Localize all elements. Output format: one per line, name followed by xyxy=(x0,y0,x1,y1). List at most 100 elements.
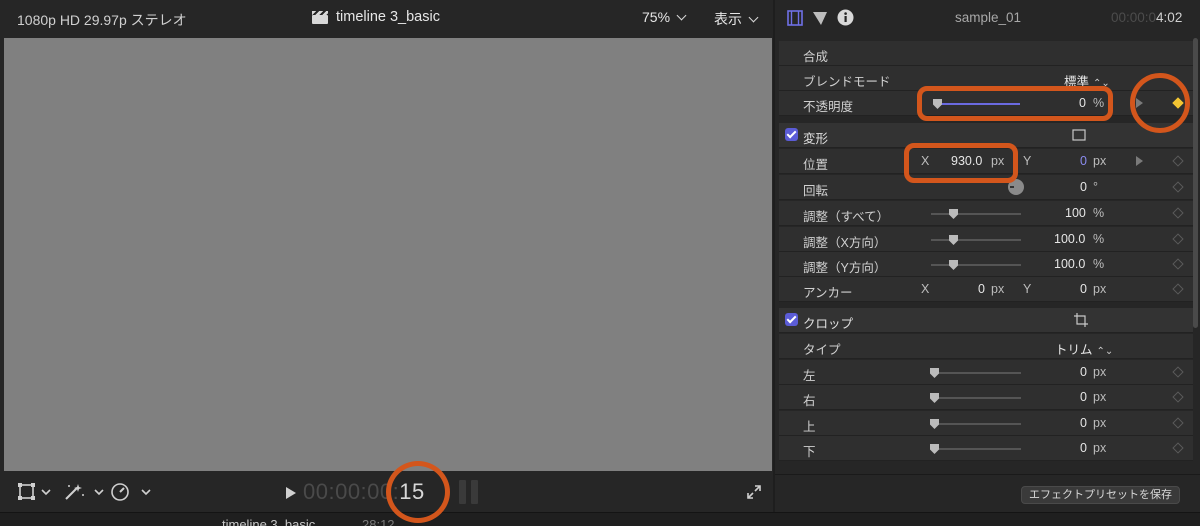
scale-y-slider[interactable] xyxy=(931,260,1021,270)
transform-header[interactable]: 変形 xyxy=(779,123,1193,148)
crop-checkbox[interactable] xyxy=(785,313,798,326)
timeline-name[interactable]: timeline 3_basic xyxy=(222,517,315,526)
scale-y-row: 調整（Y方向） 100.0 % xyxy=(779,252,1193,277)
scale-x-slider[interactable] xyxy=(931,235,1021,245)
scale-all-value[interactable]: 100 xyxy=(1065,206,1086,220)
crop-left-value[interactable]: 0 xyxy=(1080,365,1087,379)
slider-knob[interactable] xyxy=(930,368,939,378)
crop-header[interactable]: クロップ xyxy=(779,308,1193,333)
zoom-menu[interactable]: 75% xyxy=(642,9,687,25)
video-inspector-icon[interactable] xyxy=(787,10,803,26)
keyframe-diamond-icon[interactable] xyxy=(1172,366,1184,378)
keyframe-diamond-icon[interactable] xyxy=(1172,417,1184,429)
slider-knob[interactable] xyxy=(949,235,958,245)
scale-all-row: 調整（すべて） 100 % xyxy=(779,201,1193,226)
keyframe-diamond-icon[interactable] xyxy=(1172,391,1184,403)
keyframe-diamond-icon[interactable] xyxy=(1172,442,1184,454)
scale-all-slider[interactable] xyxy=(931,209,1021,219)
position-label: 位置 xyxy=(803,158,829,172)
view-menu-label: 表示 xyxy=(714,11,742,27)
info-icon[interactable] xyxy=(837,9,854,26)
keyframe-diamond-icon[interactable] xyxy=(1172,283,1184,295)
color-inspector-icon[interactable] xyxy=(812,10,828,26)
crop-right-slider[interactable] xyxy=(930,393,1021,403)
format-label: 1080p HD 29.97p ステレオ xyxy=(17,12,187,28)
opacity-label: 不透明度 xyxy=(803,100,854,114)
crop-top-slider[interactable] xyxy=(930,419,1021,429)
app-window: 1080p HD 29.97p ステレオ timeline 3_basic 75… xyxy=(0,0,1200,526)
keyframe-diamond-icon[interactable] xyxy=(1172,97,1184,109)
slider-knob[interactable] xyxy=(949,209,958,219)
anchor-y-value[interactable]: 0 xyxy=(1080,282,1087,296)
scale-x-value[interactable]: 100.0 xyxy=(1054,232,1085,246)
opacity-row: 不透明度 0 % xyxy=(779,91,1193,116)
opacity-slider[interactable] xyxy=(933,99,1020,109)
position-x-label: X xyxy=(921,154,930,168)
anchor-x-unit: px xyxy=(991,282,1005,296)
transform-onscreen-icon[interactable] xyxy=(1072,129,1086,141)
crop-right-label: 右 xyxy=(803,394,816,408)
slider-knob[interactable] xyxy=(949,260,958,270)
fullscreen-icon[interactable] xyxy=(747,485,761,499)
rotation-value[interactable]: 0 xyxy=(1080,180,1087,194)
crop-left-slider[interactable] xyxy=(930,368,1021,378)
position-row: 位置 X 930.0 px Y 0 px xyxy=(779,149,1193,174)
opacity-value[interactable]: 0 xyxy=(1079,96,1086,110)
scale-y-value[interactable]: 100.0 xyxy=(1054,257,1085,271)
slider-knob[interactable] xyxy=(930,444,939,454)
rotation-unit: ° xyxy=(1093,180,1098,194)
viewer-footer: 00:00:00:15 xyxy=(0,471,773,512)
slider-knob[interactable] xyxy=(933,99,942,109)
keyframe-diamond-icon[interactable] xyxy=(1172,233,1184,245)
scale-all-label: 調整（すべて） xyxy=(803,210,890,224)
slider-knob[interactable] xyxy=(930,393,939,403)
timecode-display[interactable]: 00:00:00:15 xyxy=(303,479,425,505)
inspector-scrollbar[interactable] xyxy=(1193,38,1198,328)
anchor-x-value[interactable]: 0 xyxy=(978,282,985,296)
transform-label: 変形 xyxy=(803,132,829,146)
next-keyframe-icon[interactable] xyxy=(1136,156,1143,166)
position-x-unit: px xyxy=(991,154,1005,168)
save-effects-preset-button[interactable]: エフェクトプリセットを保存 xyxy=(1021,486,1180,504)
anchor-label: アンカー xyxy=(803,286,853,300)
speed-gauge-icon[interactable] xyxy=(110,483,152,501)
crop-onscreen-icon[interactable] xyxy=(1074,313,1088,327)
keyframe-diamond-icon[interactable] xyxy=(1172,155,1184,167)
crop-top-row: 上 0 px xyxy=(779,411,1193,436)
blend-mode-popup[interactable]: 標準 ⌃⌄ xyxy=(1064,71,1110,90)
crop-top-value[interactable]: 0 xyxy=(1080,416,1087,430)
magic-wand-icon[interactable] xyxy=(64,483,104,501)
crop-left-label: 左 xyxy=(803,369,816,383)
keyframe-diamond-icon[interactable] xyxy=(1172,207,1184,219)
next-keyframe-icon[interactable] xyxy=(1136,98,1143,108)
crop-left-unit: px xyxy=(1093,365,1107,379)
viewer: 1080p HD 29.97p ステレオ timeline 3_basic 75… xyxy=(0,0,773,512)
transform-tool-icon[interactable] xyxy=(18,483,52,501)
crop-type-popup[interactable]: トリム ⌃⌄ xyxy=(1055,339,1113,358)
compositing-label: 合成 xyxy=(803,50,829,64)
inspector: sample_01 00:00:04:02 合成 ブレンドモード 標準 ⌃⌄ 不透… xyxy=(775,0,1200,512)
compositing-header[interactable]: 合成 xyxy=(779,41,1193,66)
anchor-y-unit: px xyxy=(1093,282,1107,296)
viewer-title: timeline 3_basic xyxy=(312,9,440,25)
rotation-dial[interactable] xyxy=(1008,179,1024,195)
keyframe-diamond-icon[interactable] xyxy=(1172,258,1184,270)
crop-bottom-unit: px xyxy=(1093,441,1107,455)
position-x-value[interactable]: 930.0 xyxy=(951,154,982,168)
inspector-footer: エフェクトプリセットを保存 xyxy=(775,474,1200,512)
crop-right-value[interactable]: 0 xyxy=(1080,390,1087,404)
keyframe-diamond-icon[interactable] xyxy=(1172,181,1184,193)
video-canvas[interactable] xyxy=(4,38,772,471)
duration-dim: 00:00:0 xyxy=(1111,10,1157,25)
slider-knob[interactable] xyxy=(930,419,939,429)
play-icon[interactable] xyxy=(286,487,296,499)
position-y-label: Y xyxy=(1023,154,1032,168)
crop-bottom-value[interactable]: 0 xyxy=(1080,441,1087,455)
position-y-value[interactable]: 0 xyxy=(1080,154,1087,168)
rotation-label: 回転 xyxy=(803,184,829,198)
view-menu[interactable]: 表示 xyxy=(714,9,759,29)
transform-checkbox[interactable] xyxy=(785,128,798,141)
crop-bottom-slider[interactable] xyxy=(930,444,1021,454)
chevron-down-icon xyxy=(676,10,687,21)
crop-right-unit: px xyxy=(1093,390,1107,404)
